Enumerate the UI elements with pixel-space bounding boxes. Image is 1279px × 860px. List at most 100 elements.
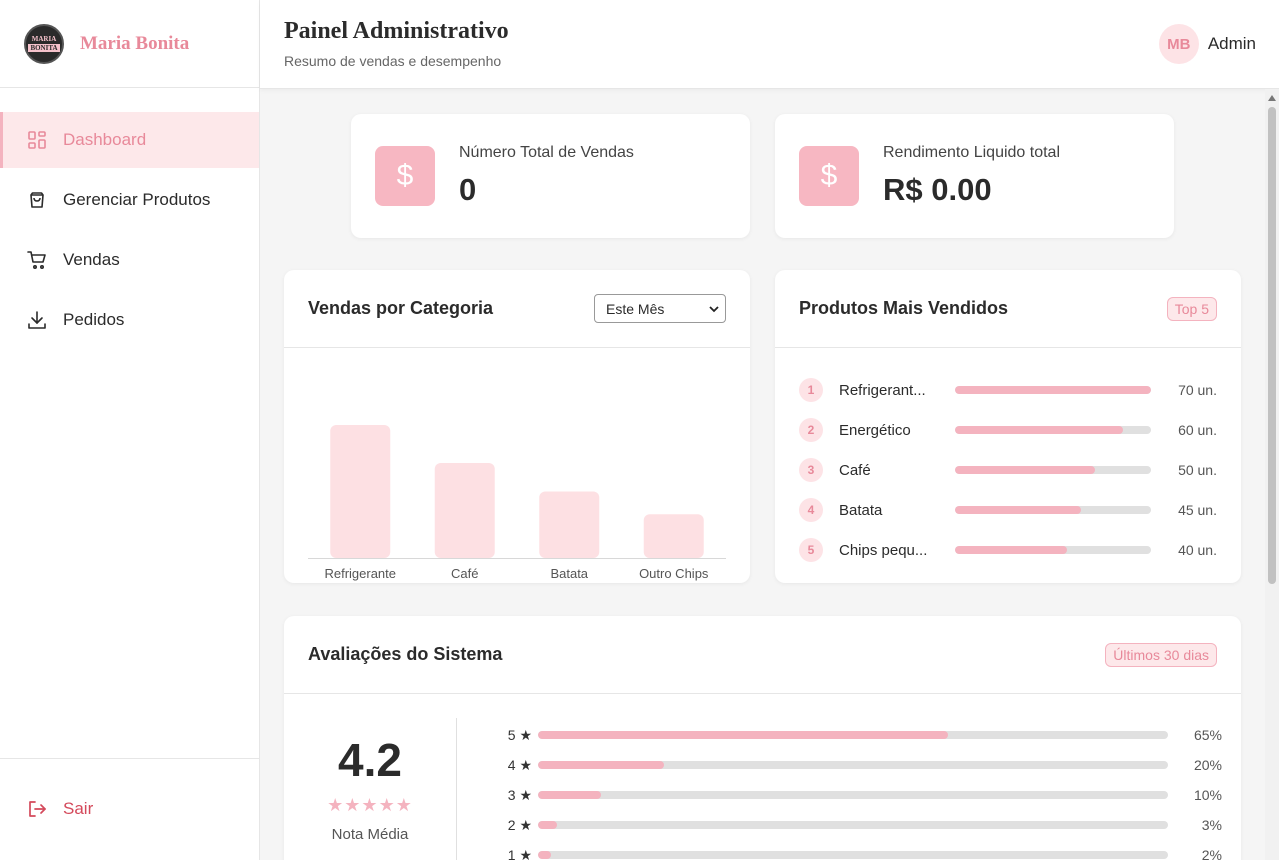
ratings-body: 4.2 ★★★★★ Nota Média 5 ★ 65% 4 ★ 20% 3 ★ 10% 2… bbox=[284, 694, 1241, 860]
bar-chart: Refrigerante Café Batata Outro Chips bbox=[284, 348, 750, 582]
progress-track bbox=[538, 821, 1168, 829]
rating-row: 4 ★ 20% bbox=[502, 750, 1222, 780]
logout-section: Sair bbox=[0, 758, 259, 859]
bar-chart-svg: Refrigerante Café Batata Outro Chips bbox=[308, 425, 726, 581]
scroll-thumb[interactable] bbox=[1268, 107, 1276, 584]
progress-track bbox=[538, 851, 1168, 859]
rating-distribution: 5 ★ 65% 4 ★ 20% 3 ★ 10% 2 ★ 3% 1 ★ 2% bbox=[502, 720, 1222, 860]
sidebar-item-label: Gerenciar Produtos bbox=[63, 190, 211, 209]
scroll-up-arrow-icon[interactable] bbox=[1268, 95, 1276, 101]
sidebar-item-vendas[interactable]: Vendas bbox=[0, 232, 259, 288]
rating-label: 5 ★ bbox=[507, 726, 532, 743]
progress-fill bbox=[538, 821, 557, 829]
user-menu[interactable]: MB Admin bbox=[1158, 24, 1256, 64]
progress-fill bbox=[955, 546, 1067, 554]
bag-icon bbox=[26, 189, 48, 211]
dollar-icon: $ bbox=[375, 146, 435, 206]
period-badge: Últimos 30 dias bbox=[1105, 642, 1217, 667]
chart-bar[interactable] bbox=[539, 491, 600, 559]
progress-fill bbox=[538, 731, 948, 739]
sidebar-item-label: Dashboard bbox=[63, 130, 147, 149]
top-products-card: Produtos Mais Vendidos Top 5 1 Refrigeran… bbox=[775, 270, 1241, 583]
sidebar-item-gerenciar-produtos[interactable]: Gerenciar Produtos bbox=[0, 172, 259, 228]
chart-bar[interactable] bbox=[330, 425, 391, 558]
page-subtitle: Resumo de vendas e desempenho bbox=[284, 53, 502, 69]
card-header: Avaliações do Sistema Últimos 30 dias bbox=[284, 616, 1241, 694]
progress-track bbox=[955, 546, 1151, 554]
ratings-card: Avaliações do Sistema Últimos 30 dias 4.… bbox=[284, 616, 1241, 860]
progress-track bbox=[955, 506, 1151, 514]
period-select[interactable]: Este Mês bbox=[594, 294, 726, 323]
product-quantity: 70 un. bbox=[1178, 382, 1217, 398]
product-quantity: 45 un. bbox=[1178, 502, 1217, 518]
list-item: 3 Café 50 un. bbox=[799, 450, 1217, 490]
logout-label: Sair bbox=[63, 799, 94, 818]
rating-caption: Nota Média bbox=[331, 826, 409, 843]
x-tick-label: Refrigerante bbox=[324, 566, 396, 581]
progress-fill bbox=[955, 426, 1123, 434]
list-item: 4 Batata 45 un. bbox=[799, 490, 1217, 530]
x-tick-label: Café bbox=[451, 566, 478, 581]
card-header: Vendas por Categoria Este Mês bbox=[284, 270, 750, 348]
rank-badge: 1 bbox=[799, 378, 823, 402]
rating-percent: 10% bbox=[1193, 787, 1222, 803]
stat-card-total-sales: $ Número Total de Vendas 0 bbox=[351, 114, 750, 238]
chart-bar[interactable] bbox=[643, 514, 704, 558]
logout-button[interactable]: Sair bbox=[0, 759, 259, 859]
rank-badge: 5 bbox=[799, 538, 823, 562]
average-rating: 4.2 bbox=[338, 734, 402, 786]
brand-name: Maria Bonita bbox=[80, 32, 190, 54]
product-quantity: 50 un. bbox=[1178, 462, 1217, 478]
chart-bar[interactable] bbox=[434, 463, 495, 558]
brand-logo: MARIA BONITA bbox=[24, 23, 64, 64]
rating-row: 1 ★ 2% bbox=[502, 840, 1222, 860]
product-name: Batata bbox=[839, 501, 883, 519]
sidebar-item-dashboard[interactable]: Dashboard bbox=[0, 112, 259, 168]
scrollbar[interactable] bbox=[1265, 89, 1279, 860]
progress-fill bbox=[955, 386, 1151, 394]
rank-badge: 4 bbox=[799, 498, 823, 522]
card-title: Vendas por Categoria bbox=[308, 298, 494, 318]
product-name: Refrigerant... bbox=[839, 381, 926, 399]
rating-label: 1 ★ bbox=[507, 846, 532, 860]
sidebar-item-pedidos[interactable]: Pedidos bbox=[0, 292, 259, 348]
brand[interactable]: MARIA BONITA Maria Bonita bbox=[0, 0, 259, 88]
rating-percent: 2% bbox=[1201, 847, 1222, 860]
product-name: Energético bbox=[839, 421, 911, 439]
sidebar-item-label: Vendas bbox=[63, 250, 120, 269]
progress-track bbox=[955, 386, 1151, 394]
period-select-value: Este Mês bbox=[606, 300, 665, 317]
logo-text: MARIA bbox=[31, 35, 57, 43]
card-header: Produtos Mais Vendidos Top 5 bbox=[775, 270, 1241, 348]
card-title: Avaliações do Sistema bbox=[308, 644, 503, 664]
progress-track bbox=[955, 426, 1151, 434]
product-quantity: 60 un. bbox=[1178, 422, 1217, 438]
product-name: Café bbox=[839, 461, 871, 479]
stat-card-net-income: $ Rendimento Liquido total R$ 0.00 bbox=[775, 114, 1174, 238]
top-badge: Top 5 bbox=[1166, 296, 1217, 321]
star-rating-icon: ★★★★★ bbox=[327, 795, 413, 815]
avatar: MB bbox=[1158, 24, 1199, 64]
x-tick-label: Outro Chips bbox=[639, 566, 709, 581]
progress-fill bbox=[955, 506, 1082, 514]
product-name: Chips pequ... bbox=[839, 541, 928, 559]
page-title: Painel Administrativo bbox=[284, 18, 509, 44]
rank-badge: 2 bbox=[799, 418, 823, 442]
progress-fill bbox=[955, 466, 1095, 474]
progress-track bbox=[538, 791, 1168, 799]
list-item: 2 Energético 60 un. bbox=[799, 410, 1217, 450]
sidebar-item-label: Pedidos bbox=[63, 310, 125, 329]
grid-icon bbox=[26, 129, 48, 151]
sidebar: MARIA BONITA Maria Bonita Dashboard Gere… bbox=[0, 0, 260, 860]
list-item: 1 Refrigerant... 70 un. bbox=[799, 370, 1217, 410]
stat-value: 0 bbox=[459, 172, 477, 207]
progress-track bbox=[538, 761, 1168, 769]
stat-value: R$ 0.00 bbox=[883, 172, 992, 207]
progress-fill bbox=[538, 761, 664, 769]
card-title: Produtos Mais Vendidos bbox=[799, 298, 1009, 318]
list-item: 5 Chips pequ... 40 un. bbox=[799, 530, 1217, 570]
chevron-down-icon bbox=[709, 305, 719, 312]
dollar-icon: $ bbox=[799, 146, 859, 206]
progress-track bbox=[955, 466, 1151, 474]
rating-label: 4 ★ bbox=[507, 756, 532, 773]
